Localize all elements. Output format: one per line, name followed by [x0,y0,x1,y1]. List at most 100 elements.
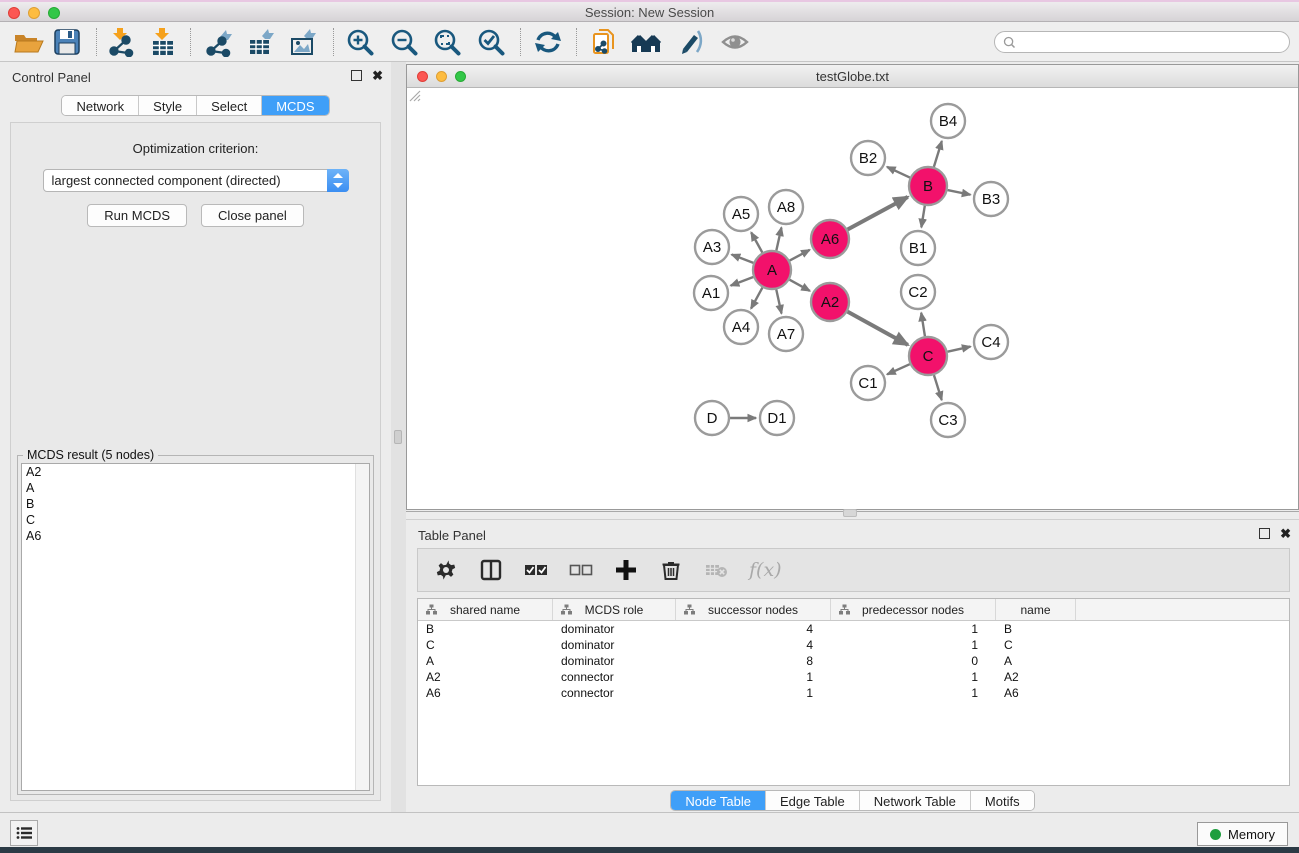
export-network-button[interactable] [202,27,236,57]
table-cell[interactable]: A [996,653,1076,669]
tab-edge-table[interactable]: Edge Table [765,791,859,810]
export-table-button[interactable] [244,27,278,57]
table-cell[interactable]: 1 [831,621,996,637]
graph-edge[interactable] [751,232,762,252]
show-panels-button[interactable] [10,820,38,846]
close-panel-button[interactable]: Close panel [201,204,304,227]
resize-grip-icon[interactable] [407,88,421,102]
add-column-button[interactable] [614,558,638,582]
table-row[interactable]: Bdominator41B [418,621,1289,637]
panel-splitter[interactable] [391,62,406,812]
table-cell[interactable]: 1 [831,685,996,701]
table-cell[interactable]: A6 [996,685,1076,701]
tab-select[interactable]: Select [196,96,261,115]
refresh-view-button[interactable] [531,27,565,57]
result-item[interactable]: A6 [22,528,369,544]
tab-motifs[interactable]: Motifs [970,791,1034,810]
graph-edge[interactable] [848,197,908,230]
apply-function-button[interactable]: f(x) [749,559,782,581]
table-cell[interactable]: 1 [831,637,996,653]
column-header-name[interactable]: name [996,599,1076,620]
table-cell[interactable]: B [996,621,1076,637]
graph-edge[interactable] [921,206,924,228]
float-table-panel-icon[interactable] [1259,528,1270,539]
open-session-button[interactable] [12,27,46,57]
select-all-button[interactable] [524,558,548,582]
network-from-selection-button[interactable] [587,27,621,57]
result-item[interactable]: C [22,512,369,528]
table-cell[interactable]: dominator [553,637,676,653]
graph-edge[interactable] [921,313,925,336]
export-image-button[interactable] [286,27,320,57]
network-window-titlebar[interactable]: testGlobe.txt [407,65,1298,88]
result-item[interactable]: B [22,496,369,512]
show-graphics-details-button[interactable] [718,27,752,57]
table-cell[interactable]: dominator [553,621,676,637]
table-row[interactable]: A6connector11A6 [418,685,1289,701]
table-cell[interactable]: 4 [676,637,831,653]
graph-edge[interactable] [751,288,762,309]
table-cell[interactable]: 0 [831,653,996,669]
splitter-handle[interactable] [394,430,402,444]
tab-network-table[interactable]: Network Table [859,791,970,810]
graph-edge[interactable] [790,280,810,291]
table-cell[interactable]: dominator [553,653,676,669]
criterion-dropdown[interactable]: largest connected component (directed) [43,169,349,192]
import-table-button[interactable] [146,27,180,57]
graph-edge[interactable] [934,141,942,167]
result-scrollbar[interactable] [355,464,369,790]
search-input[interactable] [1020,35,1270,49]
search-box[interactable] [994,31,1290,53]
table-cell[interactable]: 8 [676,653,831,669]
close-table-panel-icon[interactable]: ✖ [1280,528,1291,539]
network-canvas[interactable]: B4B2BB3A8A5A6A3B1AA1C2A2A4A7C4CC1C3DD1 [407,88,1298,509]
table-body[interactable]: Bdominator41BCdominator41CAdominator80AA… [418,621,1289,701]
save-session-button[interactable] [50,27,84,57]
zoom-in-button[interactable] [344,27,378,57]
table-cell[interactable]: connector [553,685,676,701]
hide-graphics-details-button[interactable] [673,27,707,57]
float-panel-icon[interactable] [351,70,362,81]
graph-edge[interactable] [776,290,781,314]
select-columns-button[interactable] [479,558,503,582]
graph-edge[interactable] [887,167,910,178]
table-cell[interactable]: 1 [676,669,831,685]
delete-table-button[interactable] [704,558,728,582]
zoom-fit-button[interactable] [431,27,465,57]
home-button[interactable] [630,27,664,57]
import-network-button[interactable] [104,27,138,57]
graph-edge[interactable] [848,312,908,345]
table-row[interactable]: A2connector11A2 [418,669,1289,685]
zoom-out-button[interactable] [388,27,422,57]
graph-edge[interactable] [732,255,754,263]
graph-edge[interactable] [776,227,781,250]
result-item[interactable]: A2 [22,464,369,480]
column-header-successor-nodes[interactable]: successor nodes [676,599,831,620]
column-header-shared-name[interactable]: shared name [418,599,553,620]
table-cell[interactable]: A2 [996,669,1076,685]
run-mcds-button[interactable]: Run MCDS [87,204,187,227]
table-cell[interactable]: 1 [831,669,996,685]
table-row[interactable]: Cdominator41C [418,637,1289,653]
tab-network[interactable]: Network [62,96,138,115]
table-cell[interactable]: 1 [676,685,831,701]
mcds-result-list[interactable]: A2ABCA6 [21,463,370,791]
table-cell[interactable]: A [418,653,553,669]
table-cell[interactable]: A2 [418,669,553,685]
deselect-all-button[interactable] [569,558,593,582]
column-header-predecessor-nodes[interactable]: predecessor nodes [831,599,996,620]
table-cell[interactable]: A6 [418,685,553,701]
column-header-mcds-role[interactable]: MCDS role [553,599,676,620]
table-row[interactable]: Adominator80A [418,653,1289,669]
graph-edge[interactable] [731,277,754,286]
graph-edge[interactable] [934,375,942,400]
graph-edge[interactable] [948,347,971,352]
table-cell[interactable]: C [418,637,553,653]
tab-mcds[interactable]: MCDS [261,96,328,115]
tab-node-table[interactable]: Node Table [671,791,765,810]
graph-edge[interactable] [790,250,810,261]
table-cell[interactable]: B [418,621,553,637]
result-item[interactable]: A [22,480,369,496]
table-cell[interactable]: 4 [676,621,831,637]
graph-edge[interactable] [948,190,971,195]
